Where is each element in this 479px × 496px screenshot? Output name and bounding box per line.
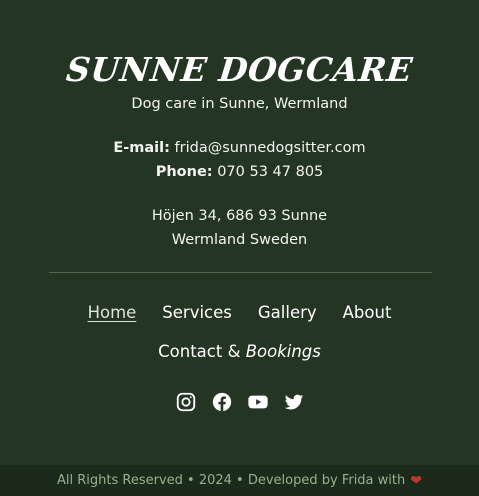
brand-tagline: Dog care in Sunne, Wermland — [131, 96, 348, 112]
nav-contact-text: Contact & — [158, 342, 246, 361]
phone-label: Phone: — [155, 164, 213, 180]
nav-about-link[interactable]: About — [343, 303, 392, 322]
phone-link[interactable]: 070 53 47 805 — [217, 164, 323, 180]
copyright-text: All Rights Reserved • 2024 • Developed b… — [57, 473, 406, 488]
site-footer: SUNNE DOGCARE Dog care in Sunne, Wermlan… — [0, 0, 479, 465]
facebook-icon[interactable] — [211, 391, 233, 413]
nav-contact-bookings-link[interactable]: Contact & Bookings — [158, 342, 321, 361]
divider — [49, 272, 432, 273]
email-line: E-mail: frida@sunnedogsitter.com — [0, 140, 479, 156]
nav-home-link[interactable]: Home — [88, 303, 137, 322]
nav-services-link[interactable]: Services — [162, 303, 232, 322]
youtube-icon[interactable] — [247, 391, 269, 413]
footer-nav-secondary: Contact & Bookings — [0, 342, 479, 361]
nav-gallery-link[interactable]: Gallery — [258, 303, 317, 322]
heart-icon: ❤ — [410, 472, 422, 489]
address-line-2: Wermland Sweden — [171, 232, 308, 248]
footer-nav: Home Services Gallery About — [0, 303, 479, 322]
copyright-bar: All Rights Reserved • 2024 • Developed b… — [0, 465, 479, 496]
address-line-1: Höjen 34, 686 93 Sunne — [151, 208, 328, 224]
phone-line: Phone: 070 53 47 805 — [0, 164, 479, 180]
email-label: E-mail: — [113, 140, 170, 156]
instagram-icon[interactable] — [175, 391, 197, 413]
brand-logo[interactable]: SUNNE DOGCARE — [0, 50, 479, 89]
twitter-icon[interactable] — [283, 391, 305, 413]
social-links — [0, 391, 479, 413]
nav-bookings-text: Bookings — [245, 342, 321, 361]
email-link[interactable]: frida@sunnedogsitter.com — [175, 140, 366, 156]
